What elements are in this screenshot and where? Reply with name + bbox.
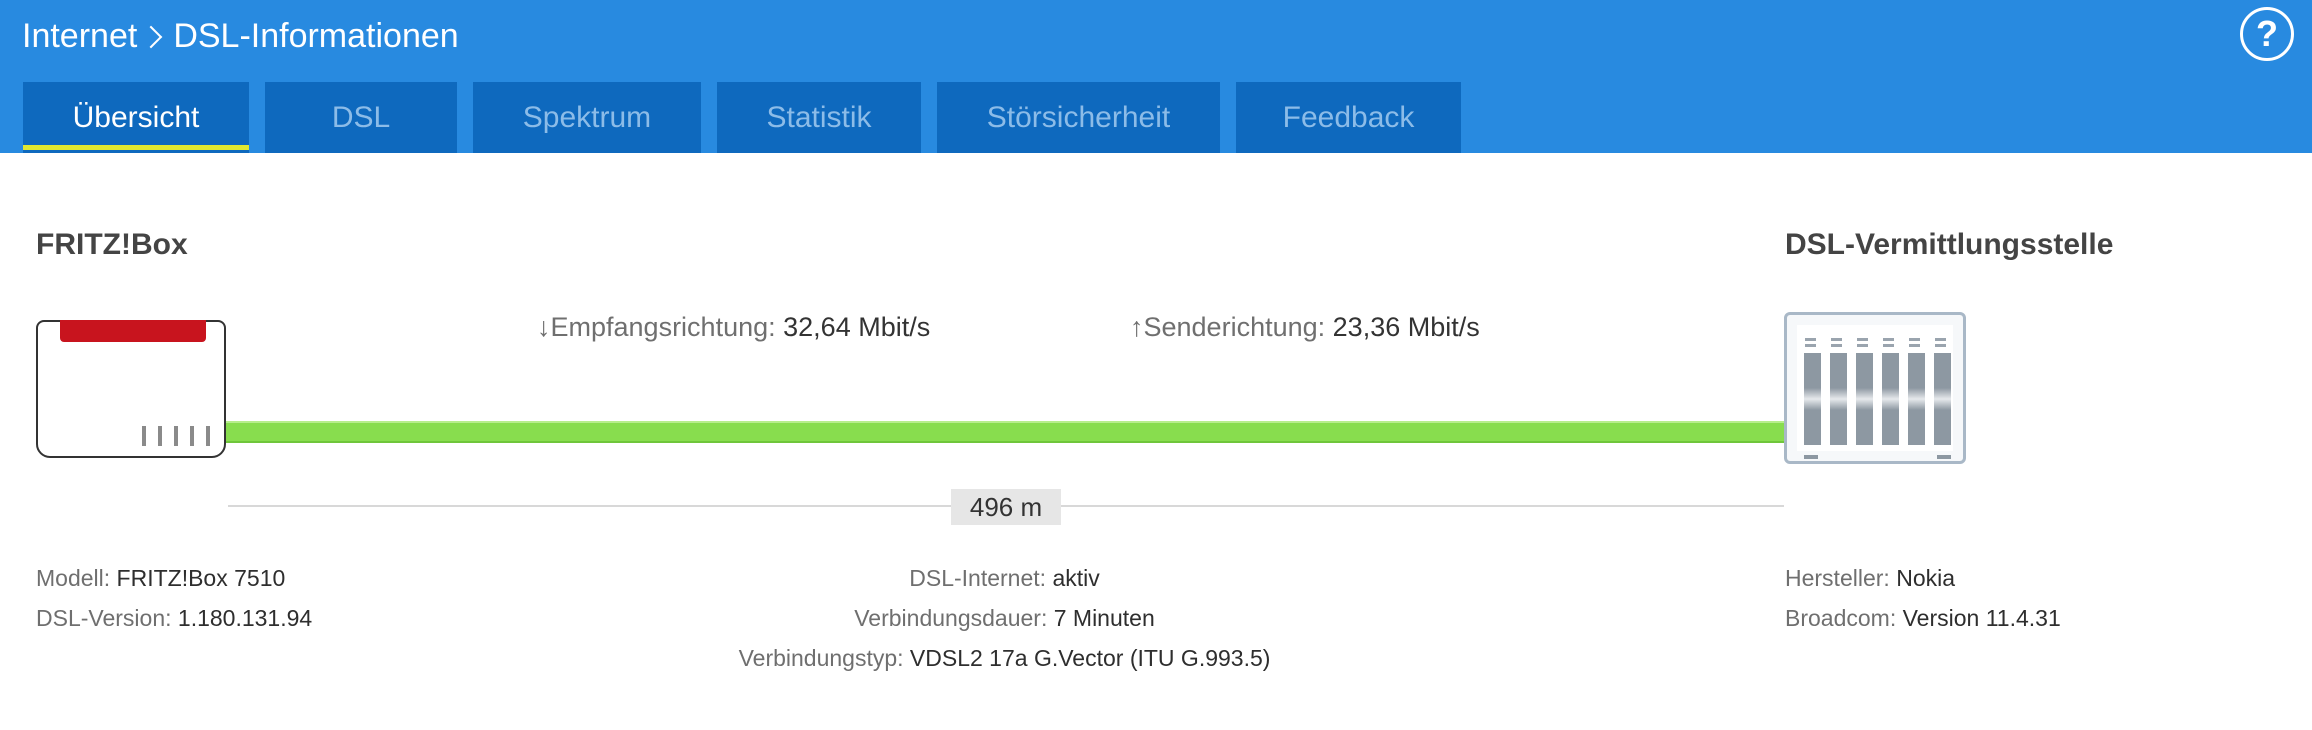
dsl-line — [224, 421, 1786, 443]
distance-label: 496 m — [951, 489, 1061, 525]
page-title: DSL-Informationen — [173, 16, 459, 55]
breadcrumb: Internet DSL-Informationen — [22, 12, 459, 60]
down-arrow-icon: ↓ — [537, 312, 551, 342]
upstream-value: 23,36 Mbit/s — [1332, 312, 1480, 342]
tab-spektrum[interactable]: Spektrum — [473, 82, 701, 153]
info-row: Hersteller: Nokia — [1785, 565, 1956, 591]
exchange-title: DSL-Vermittlungsstelle — [1785, 228, 2114, 261]
fritzbox-title: FRITZ!Box — [36, 228, 188, 261]
info-row: Verbindungstyp: VDSL2 17a G.Vector (ITU … — [738, 645, 1271, 671]
upstream-rate: ↑Senderichtung: 23,36 Mbit/s — [1130, 312, 1480, 343]
downstream-value: 32,64 Mbit/s — [783, 312, 931, 342]
tab-uebersicht[interactable]: Übersicht — [23, 82, 249, 153]
connection-info: DSL-Internet: aktiv Verbindungsdauer: 7 … — [502, 558, 1507, 678]
router-icon — [36, 320, 226, 458]
info-row: DSL-Internet: aktiv — [909, 565, 1100, 591]
help-icon[interactable]: ? — [2240, 7, 2294, 61]
info-row: DSL-Version: 1.180.131.94 — [36, 605, 313, 631]
info-row: Modell: FRITZ!Box 7510 — [36, 565, 286, 591]
router-info: Modell: FRITZ!Box 7510 DSL-Version: 1.18… — [36, 558, 312, 638]
downstream-rate: ↓Empfangsrichtung: 32,64 Mbit/s — [537, 312, 930, 343]
upstream-label: Senderichtung: — [1143, 312, 1326, 342]
router-top-bar — [60, 320, 206, 342]
tab-stoersicherheit[interactable]: Störsicherheit — [937, 82, 1220, 153]
tab-dsl[interactable]: DSL — [265, 82, 457, 153]
breadcrumb-internet[interactable]: Internet — [22, 17, 137, 56]
tab-feedback[interactable]: Feedback — [1236, 82, 1461, 153]
up-arrow-icon: ↑ — [1130, 312, 1144, 342]
router-ports — [142, 426, 210, 446]
info-row: Broadcom: Version 11.4.31 — [1785, 605, 2061, 631]
downstream-label: Empfangsrichtung: — [550, 312, 776, 342]
tab-statistik[interactable]: Statistik — [717, 82, 921, 153]
exchange-info: Hersteller: Nokia Broadcom: Version 11.4… — [1785, 558, 2061, 638]
info-row: Verbindungsdauer: 7 Minuten — [854, 605, 1155, 631]
chevron-right-icon — [139, 25, 163, 49]
exchange-icon — [1784, 312, 1966, 464]
page-header: Internet DSL-Informationen ? Übersicht D… — [0, 0, 2312, 153]
